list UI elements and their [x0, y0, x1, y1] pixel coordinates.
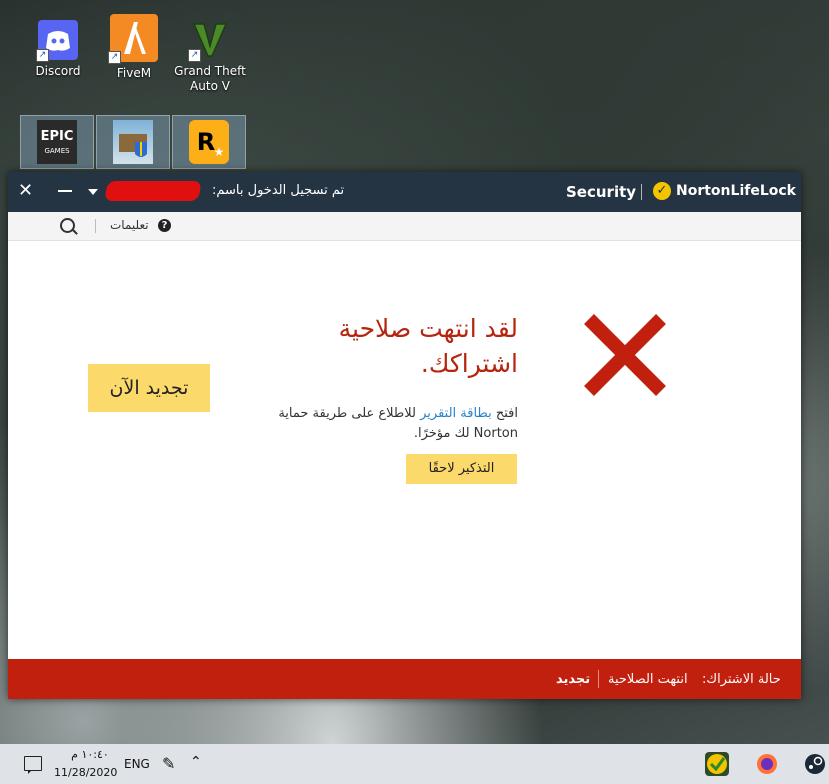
desktop-icon-label: FiveM [116, 66, 152, 80]
clock-date[interactable]: 11/28/2020 [54, 766, 117, 779]
redacted-username [104, 181, 202, 201]
remind-later-button[interactable]: التذكير لاحقًا [406, 454, 517, 484]
tile-epic-games[interactable]: EPIC GAMES [20, 115, 94, 169]
error-x-icon [584, 314, 666, 396]
language-indicator[interactable]: ENG [124, 757, 150, 771]
desktop-icon-discord[interactable]: ↗ Discord [22, 20, 94, 79]
svg-text:EPIC: EPIC [41, 129, 74, 144]
subscription-status-label: حالة الاشتراك: [702, 672, 781, 687]
signed-in-label: تم تسجيل الدخول باسم: [212, 183, 345, 198]
game-launcher-icon [113, 120, 153, 164]
norton-check-icon: ✓ [653, 182, 671, 200]
desktop-icon-fivem[interactable]: ↗ FiveM [98, 14, 170, 81]
desktop-icon-gta-v[interactable]: ↗ Grand Theft Auto V [174, 20, 246, 94]
steam-icon[interactable] [803, 752, 827, 776]
description-prefix: افتح [495, 406, 518, 421]
tile-game-launcher[interactable] [96, 115, 170, 169]
shortcut-arrow-icon: ↗ [188, 49, 201, 62]
title-divider [641, 184, 642, 200]
discord-icon: ↗ [36, 20, 78, 62]
norton-window: ✕ تم تسجيل الدخول باسم: Security ✓ Norto… [8, 172, 801, 699]
toolbar: تعليمات ? [8, 212, 801, 241]
gta-v-icon: ↗ [188, 20, 230, 62]
status-divider [598, 670, 599, 688]
renew-now-button[interactable]: تجديد الآن [88, 364, 210, 412]
status-bar: حالة الاشتراك: انتهت الصلاحية تجديد [8, 659, 801, 699]
expired-description: افتح بطاقة التقرير للاطلاع على طريقة حما… [248, 404, 518, 444]
fivem-icon: ↗ [108, 14, 158, 64]
rockstar-icon: R ★ [189, 120, 229, 164]
svg-text:★: ★ [214, 145, 225, 159]
svg-text:R: R [197, 128, 215, 156]
toolbar-divider [95, 219, 96, 233]
expired-headline: لقد انتهت صلاحية اشتراكك. [338, 314, 518, 378]
help-icon[interactable]: ? [158, 219, 171, 232]
action-center-icon[interactable] [24, 756, 42, 774]
clock-time[interactable]: ١٠:٤٠ م [70, 748, 110, 761]
main-content: لقد انتهت صلاحية اشتراكك. افتح بطاقة الت… [8, 241, 801, 659]
svg-text:GAMES: GAMES [44, 147, 70, 155]
subscription-status-value: انتهت الصلاحية [608, 672, 688, 687]
taskbar: ١٠:٤٠ م 11/28/2020 ENG ✎ ⌃ [0, 744, 829, 784]
title-bar: ✕ تم تسجيل الدخول باسم: Security ✓ Norto… [8, 172, 801, 212]
chevron-up-icon[interactable]: ⌃ [190, 754, 202, 770]
shortcut-arrow-icon: ↗ [36, 49, 49, 62]
shortcut-arrow-icon: ↗ [108, 51, 121, 64]
norton-taskbar-icon[interactable] [705, 752, 729, 776]
search-icon[interactable] [60, 218, 75, 233]
close-icon[interactable]: ✕ [18, 181, 33, 201]
report-card-link[interactable]: بطاقة التقرير [420, 406, 492, 421]
desktop-icon-label: Grand Theft Auto V [174, 64, 246, 93]
epic-games-icon: EPIC GAMES [37, 120, 77, 164]
pen-icon[interactable]: ✎ [162, 754, 175, 773]
chevron-down-icon[interactable] [88, 189, 98, 195]
minimize-icon[interactable] [58, 190, 72, 192]
brand-name: NortonLifeLock [676, 183, 796, 199]
tile-rockstar[interactable]: R ★ [172, 115, 246, 169]
renew-link[interactable]: تجديد [556, 672, 590, 687]
product-name: Security [566, 183, 637, 201]
desktop-icon-label: Discord [35, 64, 81, 78]
help-link[interactable]: تعليمات [110, 218, 149, 232]
firefox-icon[interactable] [755, 752, 779, 776]
